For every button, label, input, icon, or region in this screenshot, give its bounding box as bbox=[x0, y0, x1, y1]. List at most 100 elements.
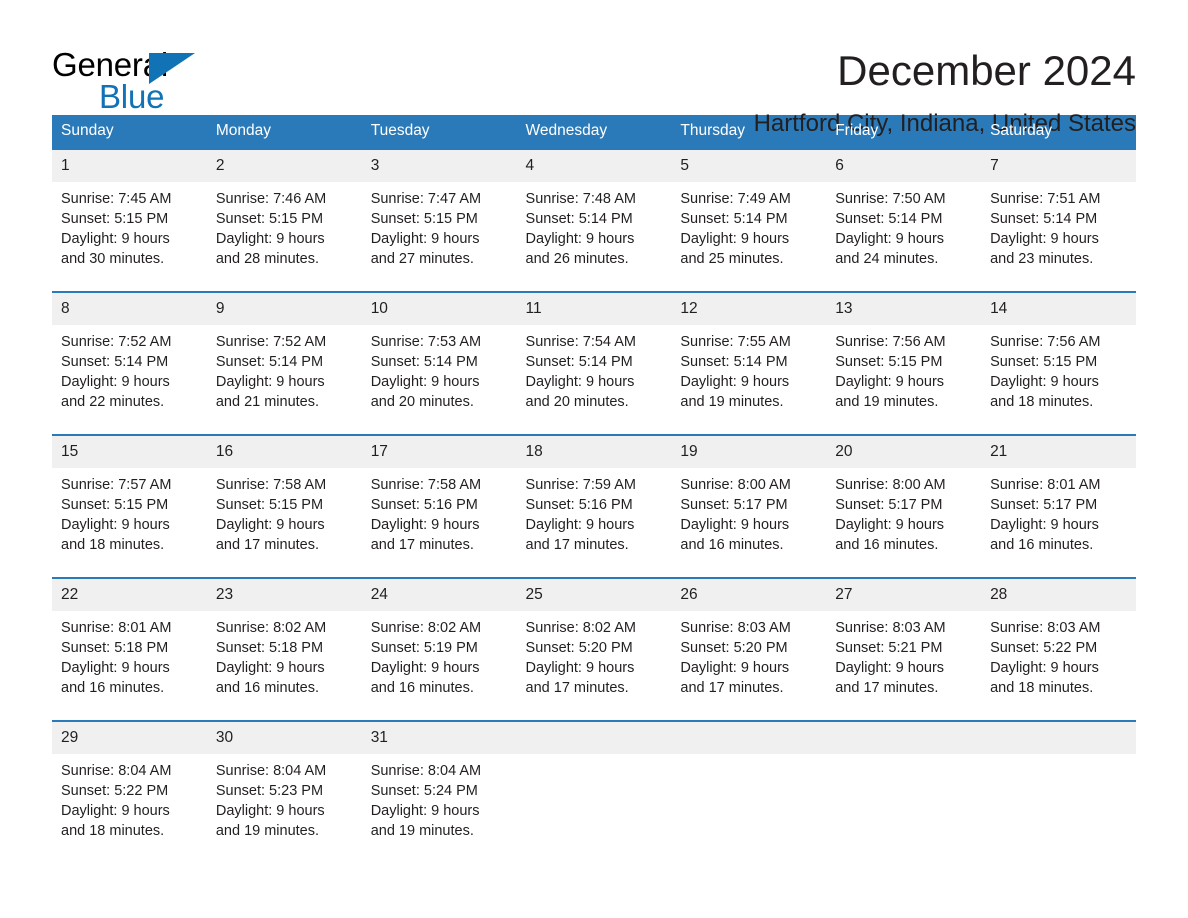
daylight-duration-line2: and 16 minutes. bbox=[61, 680, 165, 696]
calendar-day-cell[interactable]: 3 Sunrise: 7:47 AM Sunset: 5:15 PM Daylight… bbox=[361, 148, 517, 277]
day-number: 17 bbox=[361, 436, 517, 468]
sunset-time: Sunset: 5:14 PM bbox=[61, 354, 169, 370]
calendar-day-cell[interactable]: 4 Sunrise: 7:48 AM Sunset: 5:14 PM Daylight… bbox=[516, 148, 672, 277]
sunrise-time: Sunrise: 8:00 AM bbox=[835, 477, 946, 493]
daylight-duration-line1: Daylight: 9 hours bbox=[680, 517, 790, 533]
calendar-day-cell[interactable]: 1 Sunrise: 7:45 AM Sunset: 5:15 PM Daylight… bbox=[52, 148, 207, 277]
day-number: 4 bbox=[516, 150, 672, 182]
day-number bbox=[826, 722, 982, 754]
generalblue-logo[interactable]: General Blue bbox=[52, 46, 202, 115]
daylight-duration-line2: and 17 minutes. bbox=[525, 537, 629, 553]
sunset-time: Sunset: 5:15 PM bbox=[835, 354, 943, 370]
calendar-day-cell[interactable]: 7 Sunrise: 7:51 AM Sunset: 5:14 PM Daylight… bbox=[981, 148, 1136, 277]
sunset-time: Sunset: 5:16 PM bbox=[370, 497, 478, 513]
calendar-day-cell[interactable]: 30 Sunrise: 8:04 AM Sunset: 5:23 PM Dayligh… bbox=[206, 720, 362, 849]
day-number: 22 bbox=[52, 579, 207, 611]
sunrise-time: Sunrise: 7:50 AM bbox=[835, 191, 946, 207]
calendar-day-cell[interactable]: 14 Sunrise: 7:56 AM Sunset: 5:15 PM Dayligh… bbox=[981, 291, 1136, 420]
calendar-day-cell[interactable]: 2 Sunrise: 7:46 AM Sunset: 5:15 PM Daylight… bbox=[206, 148, 362, 277]
day-number: 21 bbox=[981, 436, 1136, 468]
day-details bbox=[826, 754, 981, 849]
sunrise-time: Sunrise: 7:45 AM bbox=[61, 191, 172, 207]
calendar-day-cell[interactable]: 9 Sunrise: 7:52 AM Sunset: 5:14 PM Daylight… bbox=[206, 291, 362, 420]
sunrise-time: Sunrise: 7:59 AM bbox=[525, 477, 636, 493]
daylight-duration-line1: Daylight: 9 hours bbox=[835, 660, 945, 676]
calendar-day-cell[interactable]: 11 Sunrise: 7:54 AM Sunset: 5:14 PM Dayligh… bbox=[516, 291, 672, 420]
day-number: 26 bbox=[671, 579, 827, 611]
daylight-duration-line1: Daylight: 9 hours bbox=[370, 517, 480, 533]
sunset-time: Sunset: 5:22 PM bbox=[61, 783, 169, 799]
calendar-day-cell[interactable]: 23 Sunrise: 8:02 AM Sunset: 5:18 PM Dayligh… bbox=[206, 577, 362, 706]
sunset-time: Sunset: 5:15 PM bbox=[370, 211, 478, 227]
calendar-week-row: 15 Sunrise: 7:57 AM Sunset: 5:15 PM Dayligh… bbox=[52, 434, 1136, 563]
day-details: Sunrise: 8:01 AM Sunset: 5:18 PM Daylight:… bbox=[52, 611, 207, 706]
calendar-day-cell[interactable]: 31 Sunrise: 8:04 AM Sunset: 5:24 PM Dayligh… bbox=[361, 720, 517, 849]
day-number: 7 bbox=[981, 150, 1136, 182]
calendar-day-cell[interactable]: 10 Sunrise: 7:53 AM Sunset: 5:14 PM Dayligh… bbox=[361, 291, 517, 420]
calendar-day-cell[interactable]: 5 Sunrise: 7:49 AM Sunset: 5:14 PM Daylight… bbox=[671, 148, 827, 277]
day-details: Sunrise: 8:03 AM Sunset: 5:22 PM Daylight:… bbox=[981, 611, 1136, 706]
daylight-duration-line1: Daylight: 9 hours bbox=[61, 374, 170, 390]
calendar-day-cell-empty bbox=[981, 720, 1136, 849]
daylight-duration-line1: Daylight: 9 hours bbox=[680, 231, 790, 247]
calendar-day-cell-empty bbox=[516, 720, 672, 849]
sunrise-time: Sunrise: 7:52 AM bbox=[61, 334, 172, 350]
calendar-day-cell[interactable]: 13 Sunrise: 7:56 AM Sunset: 5:15 PM Dayligh… bbox=[826, 291, 982, 420]
sunrise-time: Sunrise: 8:04 AM bbox=[215, 763, 327, 779]
logo-text-blue: Blue bbox=[99, 78, 165, 115]
day-details: Sunrise: 8:02 AM Sunset: 5:19 PM Daylight:… bbox=[362, 611, 517, 706]
day-details bbox=[671, 754, 826, 849]
day-number: 31 bbox=[361, 722, 517, 754]
calendar-day-cell[interactable]: 27 Sunrise: 8:03 AM Sunset: 5:21 PM Dayligh… bbox=[826, 577, 982, 706]
daylight-duration-line2: and 18 minutes. bbox=[61, 823, 165, 839]
daylight-duration-line1: Daylight: 9 hours bbox=[61, 803, 170, 819]
day-number: 5 bbox=[671, 150, 827, 182]
sunrise-time: Sunrise: 7:56 AM bbox=[990, 334, 1101, 350]
sunrise-time: Sunrise: 7:56 AM bbox=[835, 334, 946, 350]
daylight-duration-line1: Daylight: 9 hours bbox=[370, 231, 480, 247]
sunrise-sunset-calendar: Sunday Monday Tuesday Wednesday Thursday… bbox=[52, 115, 1136, 849]
calendar-day-cell[interactable]: 20 Sunrise: 8:00 AM Sunset: 5:17 PM Dayligh… bbox=[826, 434, 982, 563]
calendar-day-cell-empty bbox=[671, 720, 827, 849]
calendar-day-cell[interactable]: 15 Sunrise: 7:57 AM Sunset: 5:15 PM Dayligh… bbox=[52, 434, 207, 563]
week-spacer-cell bbox=[52, 563, 1136, 578]
calendar-day-cell[interactable]: 26 Sunrise: 8:03 AM Sunset: 5:20 PM Dayligh… bbox=[671, 577, 827, 706]
day-number: 1 bbox=[52, 150, 207, 182]
calendar-day-cell[interactable]: 17 Sunrise: 7:58 AM Sunset: 5:16 PM Dayligh… bbox=[361, 434, 517, 563]
day-details: Sunrise: 7:52 AM Sunset: 5:14 PM Daylight:… bbox=[52, 325, 207, 420]
daylight-duration-line2: and 19 minutes. bbox=[215, 823, 320, 839]
calendar-day-cell[interactable]: 8 Sunrise: 7:52 AM Sunset: 5:14 PM Daylight… bbox=[52, 291, 207, 420]
calendar-day-cell[interactable]: 18 Sunrise: 7:59 AM Sunset: 5:16 PM Dayligh… bbox=[516, 434, 672, 563]
page-title: December 2024 bbox=[837, 47, 1136, 94]
calendar-day-cell[interactable]: 12 Sunrise: 7:55 AM Sunset: 5:14 PM Dayligh… bbox=[671, 291, 827, 420]
calendar-day-cell[interactable]: 16 Sunrise: 7:58 AM Sunset: 5:15 PM Dayligh… bbox=[206, 434, 362, 563]
calendar-day-cell[interactable]: 6 Sunrise: 7:50 AM Sunset: 5:14 PM Daylight… bbox=[826, 148, 982, 277]
daylight-duration-line2: and 18 minutes. bbox=[61, 537, 165, 553]
calendar-day-cell[interactable]: 29 Sunrise: 8:04 AM Sunset: 5:22 PM Dayligh… bbox=[52, 720, 207, 849]
calendar-day-cell[interactable]: 25 Sunrise: 8:02 AM Sunset: 5:20 PM Dayligh… bbox=[516, 577, 672, 706]
sunset-time: Sunset: 5:20 PM bbox=[525, 640, 633, 656]
daylight-duration-line1: Daylight: 9 hours bbox=[215, 231, 325, 247]
calendar-day-cell[interactable]: 19 Sunrise: 8:00 AM Sunset: 5:17 PM Dayligh… bbox=[671, 434, 827, 563]
day-number: 20 bbox=[826, 436, 982, 468]
daylight-duration-line2: and 17 minutes. bbox=[835, 680, 939, 696]
daylight-duration-line1: Daylight: 9 hours bbox=[370, 374, 480, 390]
day-details: Sunrise: 8:03 AM Sunset: 5:21 PM Daylight:… bbox=[826, 611, 981, 706]
sunset-time: Sunset: 5:18 PM bbox=[215, 640, 324, 656]
day-number: 24 bbox=[361, 579, 517, 611]
day-number: 30 bbox=[206, 722, 362, 754]
calendar-day-cell[interactable]: 24 Sunrise: 8:02 AM Sunset: 5:19 PM Dayligh… bbox=[361, 577, 517, 706]
calendar-day-cell[interactable]: 21 Sunrise: 8:01 AM Sunset: 5:17 PM Dayligh… bbox=[981, 434, 1136, 563]
sunset-time: Sunset: 5:17 PM bbox=[680, 497, 788, 513]
calendar-day-cell[interactable]: 28 Sunrise: 8:03 AM Sunset: 5:22 PM Dayligh… bbox=[981, 577, 1136, 706]
daylight-duration-line1: Daylight: 9 hours bbox=[215, 374, 325, 390]
day-number: 9 bbox=[206, 293, 362, 325]
sunrise-time: Sunrise: 7:55 AM bbox=[680, 334, 791, 350]
daylight-duration-line2: and 19 minutes. bbox=[370, 823, 474, 839]
daylight-duration-line2: and 17 minutes. bbox=[680, 680, 784, 696]
day-details: Sunrise: 7:51 AM Sunset: 5:14 PM Daylight:… bbox=[981, 182, 1136, 277]
day-details: Sunrise: 7:56 AM Sunset: 5:15 PM Daylight:… bbox=[981, 325, 1136, 420]
daylight-duration-line1: Daylight: 9 hours bbox=[215, 803, 325, 819]
calendar-day-cell[interactable]: 22 Sunrise: 8:01 AM Sunset: 5:18 PM Dayligh… bbox=[52, 577, 207, 706]
sunset-time: Sunset: 5:14 PM bbox=[215, 354, 324, 370]
